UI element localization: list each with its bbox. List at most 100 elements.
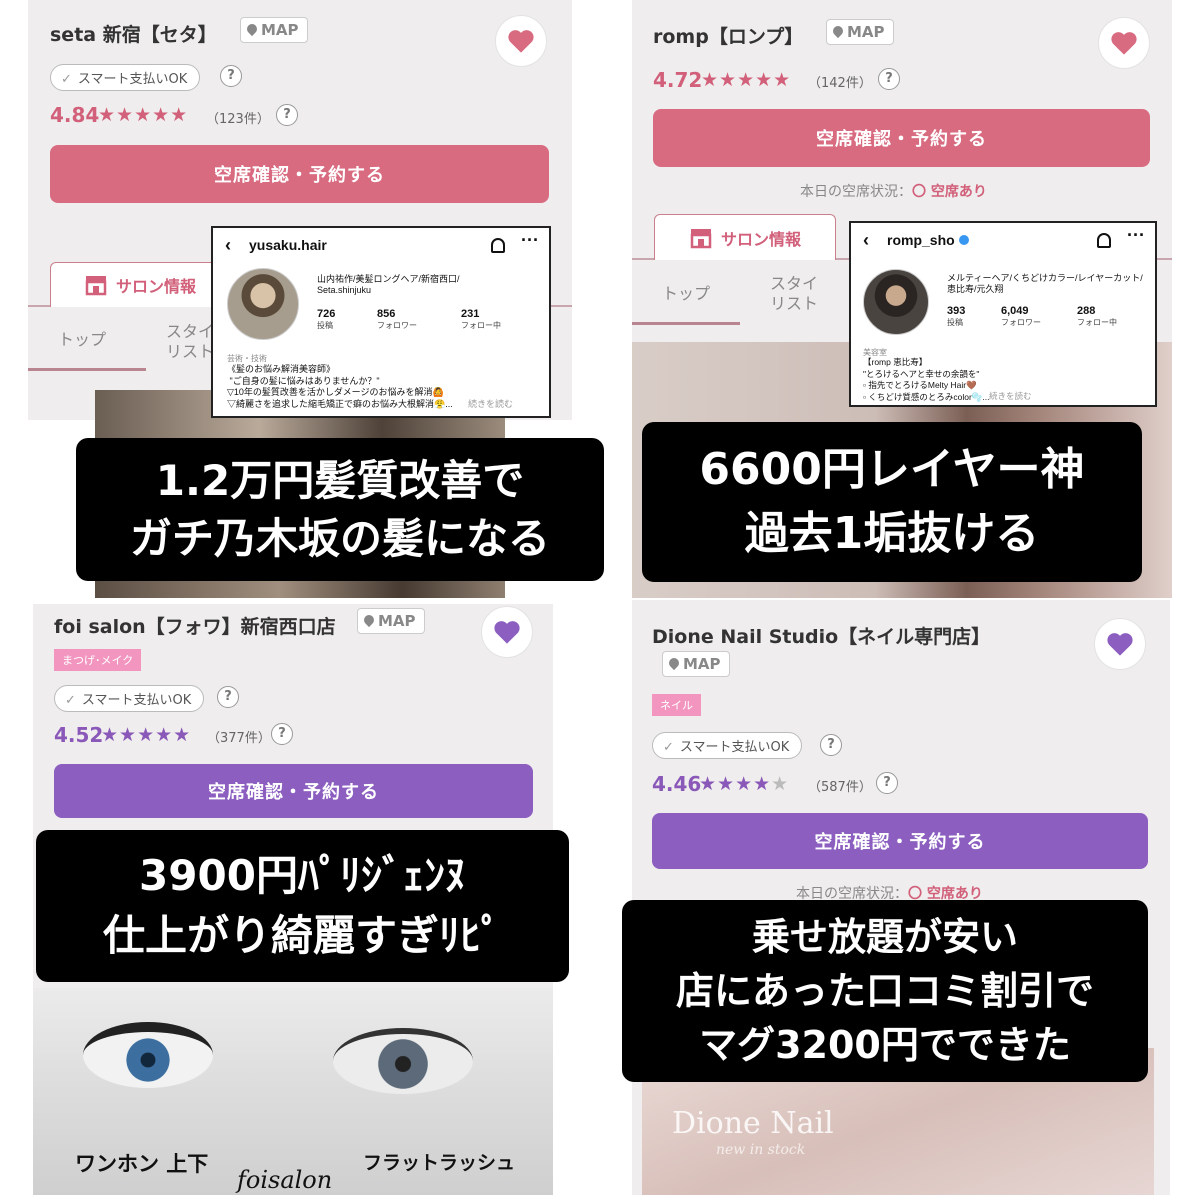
tab-top-indicator (632, 322, 740, 325)
map-button[interactable]: MAP (826, 19, 894, 45)
rating-value: 4.46 (652, 772, 702, 796)
tab-top[interactable]: トップ (58, 330, 106, 350)
rating-stars: ★★★★★ (699, 773, 790, 795)
rating-value: 4.84 (50, 103, 100, 127)
tab-salon-info[interactable]: サロン情報 (50, 262, 230, 307)
favorite-button[interactable] (1098, 17, 1150, 69)
check-icon: ✓ (663, 740, 674, 755)
photo-label-right: フラットラッシュ (363, 1152, 516, 1174)
availability-status: 本日の空席状況：〇 空席あり (800, 184, 987, 200)
map-pin-icon (666, 655, 682, 671)
eye-left-graphic (83, 1022, 213, 1088)
profile-category: 芸術・技術 (227, 354, 267, 363)
review-count: （587件） (808, 780, 872, 795)
help-icon[interactable]: ? (276, 104, 298, 126)
rating-stars: ★★★★★ (98, 104, 189, 126)
tab-salon-info[interactable]: サロン情報 (654, 214, 836, 260)
smart-payment-badge: ✓ スマート支払いOK (54, 685, 205, 712)
rating-value: 4.52 (54, 723, 104, 747)
avatar (227, 268, 299, 340)
map-pin-icon (244, 21, 260, 37)
following-count: 231 フォロー中 (461, 308, 501, 330)
following-count: 288 フォロー中 (1077, 305, 1117, 327)
tab-stylist[interactable]: スタイ リスト (770, 274, 818, 314)
map-button[interactable]: MAP (357, 608, 425, 634)
heart-icon (508, 30, 534, 53)
shop-icon (690, 228, 712, 248)
more-icon[interactable]: ··· (521, 230, 539, 251)
photo-label-center: foisalon (237, 1166, 333, 1194)
help-icon[interactable]: ? (820, 734, 842, 756)
smart-payment-badge: ✓ スマート支払いOK (50, 64, 201, 91)
bell-icon[interactable] (1097, 233, 1111, 248)
bell-icon[interactable] (491, 238, 505, 253)
review-count: （123件） (206, 112, 270, 127)
help-icon[interactable]: ? (876, 772, 898, 794)
map-pin-icon (361, 612, 377, 628)
reserve-button[interactable]: 空席確認・予約する (54, 764, 533, 818)
read-more-link[interactable]: 続きを読む (989, 391, 1032, 403)
followers-count: 856 フォロワー (377, 308, 417, 330)
tab-top-indicator (28, 368, 146, 371)
profile-bio: 《髪のお悩み解消美容師》 "ご自身の髪に悩みはありませんか？" ▽10年の髪質改… (227, 364, 453, 409)
photo-label-left: ワンホン 上下 (75, 1152, 209, 1176)
map-pin-icon (830, 23, 846, 39)
rating-value: 4.72 (653, 68, 703, 92)
profile-headline: 山内祐作/美髪ロングヘア/新宿西口/ Seta.shinjuku (317, 274, 460, 295)
back-icon[interactable]: ‹ (863, 231, 869, 249)
reserve-button[interactable]: 空席確認・予約する (50, 145, 549, 203)
help-icon[interactable]: ? (878, 68, 900, 90)
read-more-link[interactable]: 続きを読む (468, 399, 513, 411)
rating-stars: ★★★★★ (701, 69, 792, 91)
salon-name: foi salon【フォワ】新宿西口店 (54, 616, 336, 638)
hair-photo-strip (95, 420, 505, 438)
map-button[interactable]: MAP (240, 17, 308, 43)
favorite-button[interactable] (481, 606, 533, 658)
tab-stylist[interactable]: スタイ リスト (166, 322, 214, 362)
photo-logo-subtext: new in stock (716, 1142, 806, 1158)
help-icon[interactable]: ? (220, 65, 242, 87)
reserve-button[interactable]: 空席確認・予約する (652, 813, 1148, 869)
check-icon: ✓ (61, 72, 72, 87)
help-icon[interactable]: ? (217, 686, 239, 708)
reserve-button[interactable]: 空席確認・予約する (653, 109, 1150, 167)
caption-overlay: 1.2万円髪質改善で ガチ乃木坂の髪になる (76, 438, 604, 581)
help-icon[interactable]: ? (271, 723, 293, 745)
instagram-handle: yusaku.hair (249, 237, 327, 253)
favorite-button[interactable] (1094, 618, 1146, 670)
profile-headline: メルティーヘア/くちどけカラー/レイヤーカット/ 恵比寿/元久翔 (947, 273, 1143, 294)
salon-card-dione: Dione Nail Studio【ネイル専門店】 MAP ネイル ✓ スマート支… (632, 600, 1170, 1195)
profile-bio: 【romp 恵比寿】 "とろけるヘアと幸せの余韻を" ▫ 指先でとろけるMelt… (863, 357, 990, 402)
shop-icon (85, 276, 107, 296)
eye-right-graphic (333, 1028, 473, 1094)
favorite-button[interactable] (495, 15, 547, 67)
map-button[interactable]: MAP (662, 651, 730, 677)
review-count: （142件） (808, 76, 872, 91)
posts-count: 393 投稿 (947, 305, 966, 327)
followers-count: 6,049 フォロワー (1001, 305, 1041, 327)
photo-logo-text: Dione Nail (672, 1106, 834, 1141)
eyelash-photo: ワンホン 上下 foisalon フラットラッシュ (33, 988, 553, 1195)
instagram-header: ‹ romp_sho ··· (863, 225, 1145, 253)
check-icon: ✓ (65, 693, 76, 708)
avatar (863, 269, 929, 335)
salon-name: romp【ロンプ】 (653, 26, 804, 48)
instagram-handle: romp_sho (887, 232, 969, 248)
heart-icon (1111, 32, 1137, 55)
salon-name: seta 新宿【セタ】 (50, 24, 217, 46)
hair-photo-strip (95, 581, 505, 598)
rating-stars: ★★★★★ (101, 724, 192, 746)
posts-count: 726 投稿 (317, 308, 336, 330)
instagram-profile-yusaku: ‹ yusaku.hair ··· 山内祐作/美髪ロングヘア/新宿西口/ Set… (211, 226, 551, 418)
back-icon[interactable]: ‹ (225, 236, 231, 254)
heart-icon (1107, 633, 1133, 656)
tab-top[interactable]: トップ (662, 284, 710, 304)
instagram-profile-romp: ‹ romp_sho ··· メルティーヘア/くちどけカラー/レイヤーカット/ … (849, 221, 1157, 407)
category-badge: ネイル (652, 694, 701, 716)
caption-overlay: 3900円ﾊﾟﾘｼﾞｪﾝﾇ 仕上がり綺麗すぎﾘﾋﾟ (36, 830, 569, 982)
category-badge: まつげ･メイク (54, 649, 142, 671)
heart-icon (494, 621, 520, 644)
smart-payment-badge: ✓ スマート支払いOK (652, 732, 803, 759)
review-count: （377件） (207, 731, 271, 746)
more-icon[interactable]: ··· (1127, 225, 1145, 246)
